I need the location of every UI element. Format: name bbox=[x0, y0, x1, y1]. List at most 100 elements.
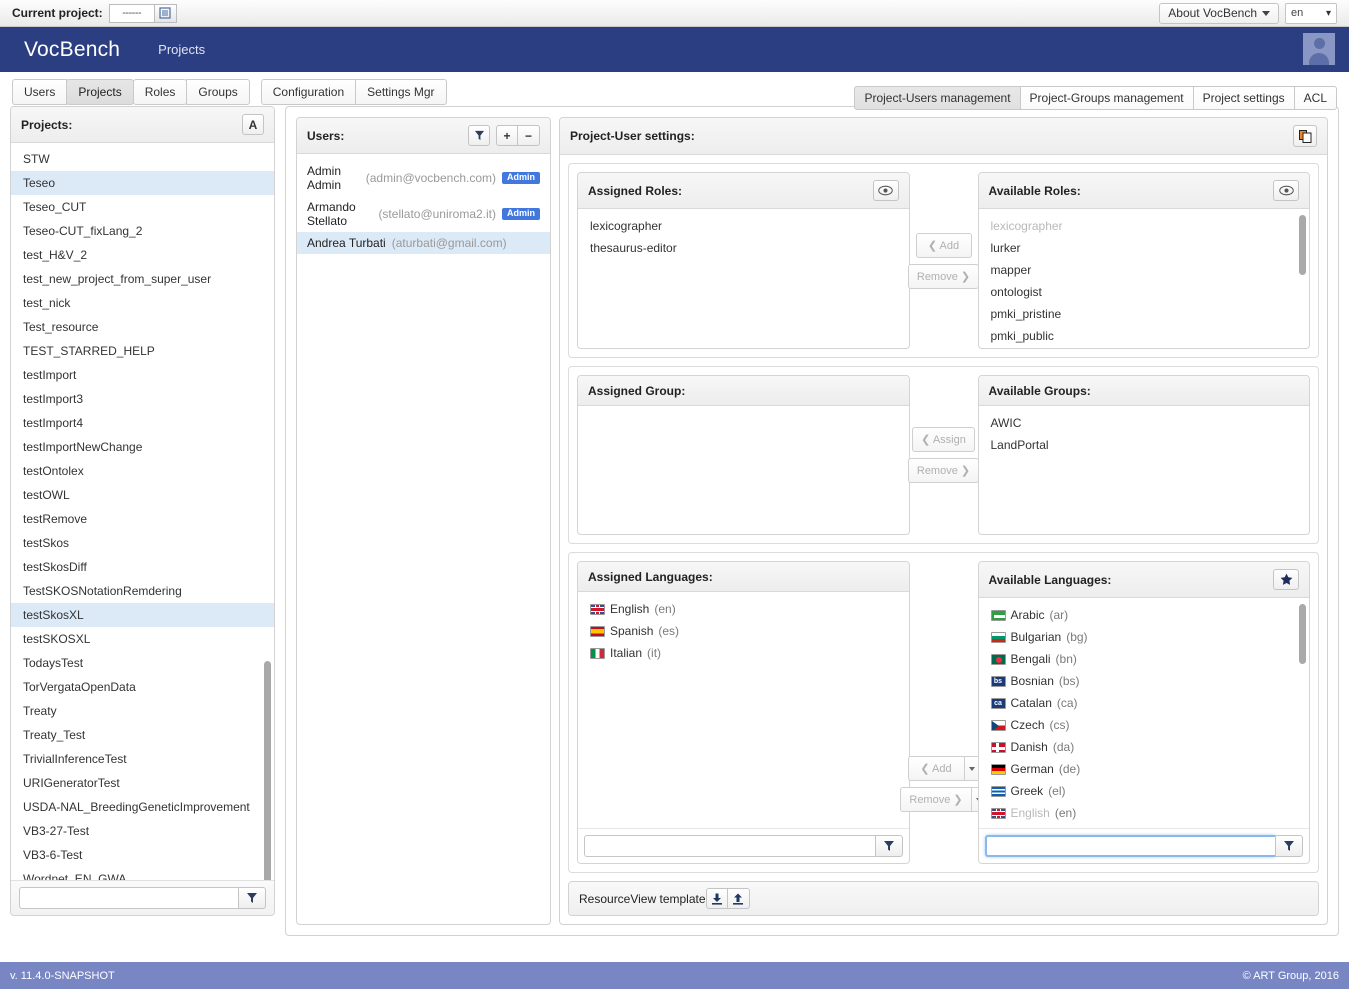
project-list-item[interactable]: URIGeneratorTest bbox=[11, 771, 274, 795]
assigned-role-item[interactable]: lexicographer bbox=[578, 215, 909, 237]
available-groups-list[interactable]: AWIC LandPortal bbox=[979, 406, 1310, 534]
tab-groups[interactable]: Groups bbox=[186, 78, 250, 105]
available-language-item[interactable]: Bengali (bn) bbox=[979, 648, 1310, 670]
add-language-split-button[interactable]: ❮ Add bbox=[907, 756, 980, 781]
available-language-item[interactable]: German (de) bbox=[979, 758, 1310, 780]
user-list-item[interactable]: Andrea Turbati (aturbati@gmail.com) bbox=[297, 232, 550, 254]
users-filter-button[interactable] bbox=[468, 125, 490, 146]
assigned-role-item[interactable]: thesaurus-editor bbox=[578, 237, 909, 259]
available-language-item[interactable]: Danish (da) bbox=[979, 736, 1310, 758]
assigned-language-item[interactable]: Italian (it) bbox=[578, 642, 909, 664]
eye-icon[interactable] bbox=[872, 180, 899, 201]
current-project-control[interactable]: ------ bbox=[108, 3, 177, 23]
remove-user-button[interactable]: − bbox=[518, 125, 540, 146]
assign-group-button[interactable]: ❮ Assign bbox=[912, 427, 975, 452]
avatar[interactable] bbox=[1303, 33, 1335, 65]
user-list-item[interactable]: Admin Admin (admin@vocbench.com) Admin bbox=[297, 160, 550, 196]
download-template-icon[interactable] bbox=[705, 888, 728, 909]
subtab-acl[interactable]: ACL bbox=[1293, 86, 1337, 110]
tab-settings-mgr[interactable]: Settings Mgr bbox=[355, 78, 447, 105]
available-language-item[interactable]: ca Catalan (ca) bbox=[979, 692, 1310, 714]
available-role-item[interactable]: pmki_public bbox=[979, 325, 1310, 347]
project-list-item[interactable]: testSkosDiff bbox=[11, 555, 274, 579]
add-role-button[interactable]: ❮ Add bbox=[915, 232, 972, 258]
add-user-button[interactable]: + bbox=[496, 125, 518, 146]
project-list-item[interactable]: Teseo-CUT_fixLang_2 bbox=[11, 219, 274, 243]
project-list-item[interactable]: testOntolex bbox=[11, 459, 274, 483]
tab-roles[interactable]: Roles bbox=[132, 78, 188, 105]
remove-role-button[interactable]: Remove ❯ bbox=[907, 263, 980, 289]
project-list-item[interactable]: Teseo bbox=[11, 171, 274, 195]
available-roles-list[interactable]: lexicographer lurker mapper ontologist pmki_… bbox=[979, 209, 1310, 348]
assigned-languages-filter-button[interactable] bbox=[874, 835, 903, 857]
available-role-item[interactable]: ontologist bbox=[979, 281, 1310, 303]
available-language-item[interactable]: Greek (el) bbox=[979, 780, 1310, 802]
project-list-item[interactable]: testImport3 bbox=[11, 387, 274, 411]
available-roles-scrollbar-thumb[interactable] bbox=[1299, 215, 1306, 275]
language-select[interactable]: en ▾ bbox=[1285, 2, 1337, 24]
project-list-item[interactable]: VB3-27-Test bbox=[11, 819, 274, 843]
subtab-project-groups-management[interactable]: Project-Groups management bbox=[1019, 86, 1194, 110]
tab-projects[interactable]: Projects bbox=[66, 78, 134, 105]
project-picker-icon[interactable] bbox=[153, 3, 177, 23]
projects-list-scroll[interactable]: STW Teseo Teseo_CUT Teseo-CUT_fixLang_2 test… bbox=[11, 143, 274, 880]
project-list-item[interactable]: Treaty_Test bbox=[11, 723, 274, 747]
project-list-item[interactable]: USDA-NAL_BreedingGeneticImprovement bbox=[11, 795, 274, 819]
star-icon[interactable] bbox=[1273, 569, 1299, 590]
project-list-item[interactable]: Teseo_CUT bbox=[11, 195, 274, 219]
project-list-item[interactable]: test_new_project_from_super_user bbox=[11, 267, 274, 291]
available-language-item[interactable]: bs Bosnian (bs) bbox=[979, 670, 1310, 692]
project-list-item[interactable]: TestSKOSNotationRemdering bbox=[11, 579, 274, 603]
project-list-item[interactable]: testImport4 bbox=[11, 411, 274, 435]
nav-link-projects[interactable]: Projects bbox=[158, 42, 205, 57]
remove-group-button[interactable]: Remove ❯ bbox=[907, 458, 980, 483]
project-list-item[interactable]: testSKOSXL bbox=[11, 627, 274, 651]
assigned-language-item[interactable]: Spanish (es) bbox=[578, 620, 909, 642]
about-vocbench-button[interactable]: About VocBench bbox=[1159, 2, 1279, 24]
project-list-item[interactable]: testImport bbox=[11, 363, 274, 387]
sort-alpha-button[interactable]: A bbox=[242, 114, 264, 135]
project-list-item[interactable]: test_nick bbox=[11, 291, 274, 315]
project-list-item[interactable]: testRemove bbox=[11, 507, 274, 531]
assigned-language-item[interactable]: English (en) bbox=[578, 598, 909, 620]
tab-configuration[interactable]: Configuration bbox=[260, 78, 357, 105]
available-language-item[interactable]: Bulgarian (bg) bbox=[979, 626, 1310, 648]
eye-icon[interactable] bbox=[1273, 180, 1299, 201]
available-languages-filter-button[interactable] bbox=[1275, 835, 1303, 857]
project-list-item[interactable]: test_H&V_2 bbox=[11, 243, 274, 267]
assigned-roles-list[interactable]: lexicographer thesaurus-editor bbox=[578, 209, 909, 348]
assigned-languages-list[interactable]: English (en) Spanish (es) Italian (it) bbox=[578, 592, 909, 828]
project-list-item[interactable]: Test_resource bbox=[11, 315, 274, 339]
available-role-item[interactable]: lexicographer bbox=[979, 215, 1310, 237]
project-list-item[interactable]: TorVergataOpenData bbox=[11, 675, 274, 699]
available-group-item[interactable]: LandPortal bbox=[979, 434, 1310, 456]
project-list-item[interactable]: Wordnet_EN_GWA bbox=[11, 867, 274, 880]
projects-scrollbar-thumb[interactable] bbox=[264, 661, 271, 880]
clone-settings-button[interactable] bbox=[1293, 125, 1317, 147]
tab-users[interactable]: Users bbox=[12, 78, 68, 105]
upload-template-icon[interactable] bbox=[727, 888, 750, 909]
subtab-project-users-management[interactable]: Project-Users management bbox=[854, 86, 1021, 110]
subtab-project-settings[interactable]: Project settings bbox=[1192, 86, 1295, 110]
available-group-item[interactable]: AWIC bbox=[979, 412, 1310, 434]
user-list-item[interactable]: Armando Stellato (stellato@uniroma2.it) Ad… bbox=[297, 196, 550, 232]
project-list-item[interactable]: testSkosXL bbox=[11, 603, 274, 627]
projects-filter-input[interactable] bbox=[19, 887, 238, 909]
remove-language-split-button[interactable]: Remove ❯ bbox=[900, 787, 987, 812]
remove-language-button[interactable]: Remove ❯ bbox=[900, 787, 971, 812]
available-language-item[interactable]: Czech (cs) bbox=[979, 714, 1310, 736]
project-list-item[interactable]: testOWL bbox=[11, 483, 274, 507]
assigned-group-list[interactable] bbox=[578, 406, 909, 534]
projects-filter-button[interactable] bbox=[238, 887, 266, 909]
available-languages-filter-input[interactable] bbox=[984, 835, 1275, 857]
project-list-item[interactable]: TodaysTest bbox=[11, 651, 274, 675]
available-language-item[interactable]: English (en) bbox=[979, 802, 1310, 824]
available-role-item[interactable]: mapper bbox=[979, 259, 1310, 281]
project-list-item[interactable]: Treaty bbox=[11, 699, 274, 723]
project-list-item[interactable]: TrivialInferenceTest bbox=[11, 747, 274, 771]
available-role-item[interactable]: lurker bbox=[979, 237, 1310, 259]
available-languages-scrollbar-thumb[interactable] bbox=[1299, 604, 1306, 664]
project-list-item[interactable]: TEST_STARRED_HELP bbox=[11, 339, 274, 363]
available-languages-list[interactable]: Arabic (ar) Bulgarian (bg) Bengali (bn) bs Bosn… bbox=[979, 598, 1310, 828]
add-language-button[interactable]: ❮ Add bbox=[907, 756, 964, 781]
